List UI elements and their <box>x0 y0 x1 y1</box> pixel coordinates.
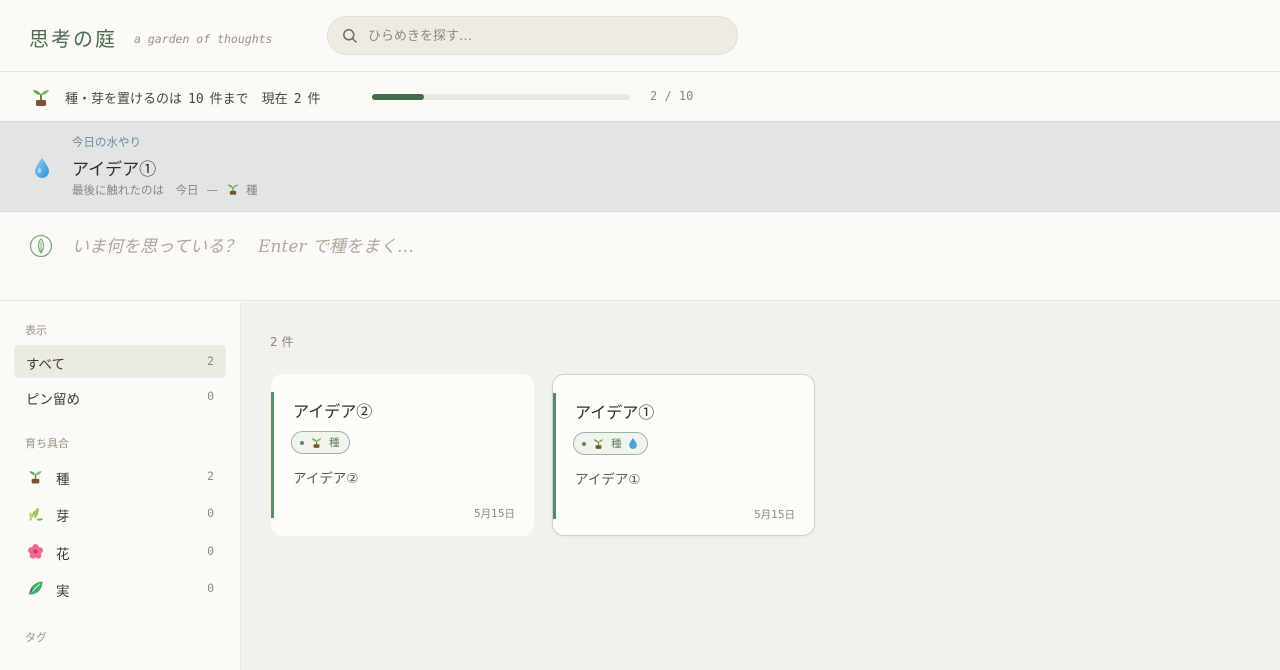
capacity-progress <box>372 94 630 100</box>
sidebar-item-label: 花 <box>56 547 70 563</box>
sidebar-item-count: 0 <box>207 506 214 520</box>
composer <box>0 212 1280 301</box>
card-stage-rail <box>271 392 274 518</box>
capacity-text: 種・芽を置けるのは 10 件まで 現在 2 件 <box>65 92 321 107</box>
capacity-current: 2 <box>293 92 302 107</box>
sidebar: 表示 すべて 2 ピン留め 0 育ち具合 種 2 芽 0 花 0 実 0 タグ <box>0 302 241 670</box>
stage-badge: 種 <box>573 432 648 455</box>
capacity-progress-label: 2 / 10 <box>650 89 694 103</box>
card-title: アイデア② <box>293 402 373 421</box>
water-drop-icon <box>628 437 637 450</box>
sprout-icon <box>227 184 239 195</box>
sidebar-item-fruit[interactable]: 実 0 <box>14 572 226 605</box>
capacity-max: 10 <box>188 92 204 107</box>
search-bar[interactable] <box>327 16 738 55</box>
sidebar-item-label: すべて <box>26 357 66 373</box>
stage-label: 種 <box>611 438 622 450</box>
sidebar-item-count: 2 <box>207 354 214 368</box>
sidebar-heading-tags: タグ <box>25 631 47 644</box>
sidebar-item-seed[interactable]: 種 2 <box>14 460 226 493</box>
result-count: 2 件 <box>270 335 294 349</box>
card-title: アイデア① <box>575 403 655 422</box>
water-drop-icon <box>35 158 49 178</box>
sidebar-item-flower[interactable]: 花 0 <box>14 535 226 568</box>
herb-icon <box>29 507 44 521</box>
stage-dot <box>582 441 586 446</box>
app-header: 思考の庭 a garden of thoughts <box>0 0 1280 72</box>
sprout-icon <box>311 438 322 448</box>
stage-dot <box>300 440 304 445</box>
sidebar-item-count: 0 <box>207 581 214 595</box>
seed-icon <box>29 234 53 258</box>
leaf-fruit-icon <box>28 581 43 596</box>
flower-icon <box>28 544 43 559</box>
watering-meta: 最後に触れたのは 今日 — 種 <box>72 183 258 197</box>
sidebar-item-label: 芽 <box>56 509 70 525</box>
sprout-icon <box>593 439 604 449</box>
search-input[interactable] <box>368 26 718 46</box>
sidebar-heading-view: 表示 <box>25 324 47 337</box>
stage-label: 種 <box>329 437 340 449</box>
sidebar-item-label: 実 <box>56 584 70 600</box>
sidebar-item-pinned[interactable]: ピン留め 0 <box>14 380 226 413</box>
app-subtitle: a garden of thoughts <box>134 32 273 46</box>
stage-badge: 種 <box>291 431 350 454</box>
sidebar-item-all[interactable]: すべて 2 <box>14 345 226 378</box>
main-panel: 2 件 アイデア② 種 アイデア② 5月15日 アイデア① 種 アイデア① 5月… <box>241 302 1280 670</box>
search-icon <box>343 29 357 43</box>
capacity-progress-fill <box>372 94 424 100</box>
sidebar-item-count: 0 <box>207 544 214 558</box>
sprout-icon <box>29 471 42 484</box>
watering-banner[interactable]: 今日の水やり アイデア① 最後に触れたのは 今日 — 種 <box>0 121 1280 212</box>
card-body: アイデア① <box>575 472 641 488</box>
new-thought-input[interactable] <box>72 232 1222 272</box>
card-body: アイデア② <box>293 471 359 487</box>
idea-card[interactable]: アイデア① 種 アイデア① 5月15日 <box>552 374 815 536</box>
sidebar-heading-growth: 育ち具合 <box>25 437 69 450</box>
sidebar-item-label: ピン留め <box>26 392 80 408</box>
sidebar-item-count: 2 <box>207 469 214 483</box>
app-title: 思考の庭 <box>29 27 117 51</box>
watering-label: 今日の水やり <box>72 135 141 149</box>
capacity-bar: 種・芽を置けるのは 10 件まで 現在 2 件 2 / 10 <box>0 73 1280 121</box>
card-stage-rail <box>553 393 556 519</box>
idea-card[interactable]: アイデア② 種 アイデア② 5月15日 <box>271 374 534 536</box>
sidebar-item-label: 種 <box>56 472 70 488</box>
watering-title[interactable]: アイデア① <box>72 155 156 180</box>
card-date: 5月15日 <box>753 509 795 521</box>
sidebar-item-count: 0 <box>207 389 214 403</box>
sidebar-item-bud[interactable]: 芽 0 <box>14 497 226 530</box>
card-date: 5月15日 <box>473 508 515 520</box>
sprout-icon <box>33 90 49 106</box>
